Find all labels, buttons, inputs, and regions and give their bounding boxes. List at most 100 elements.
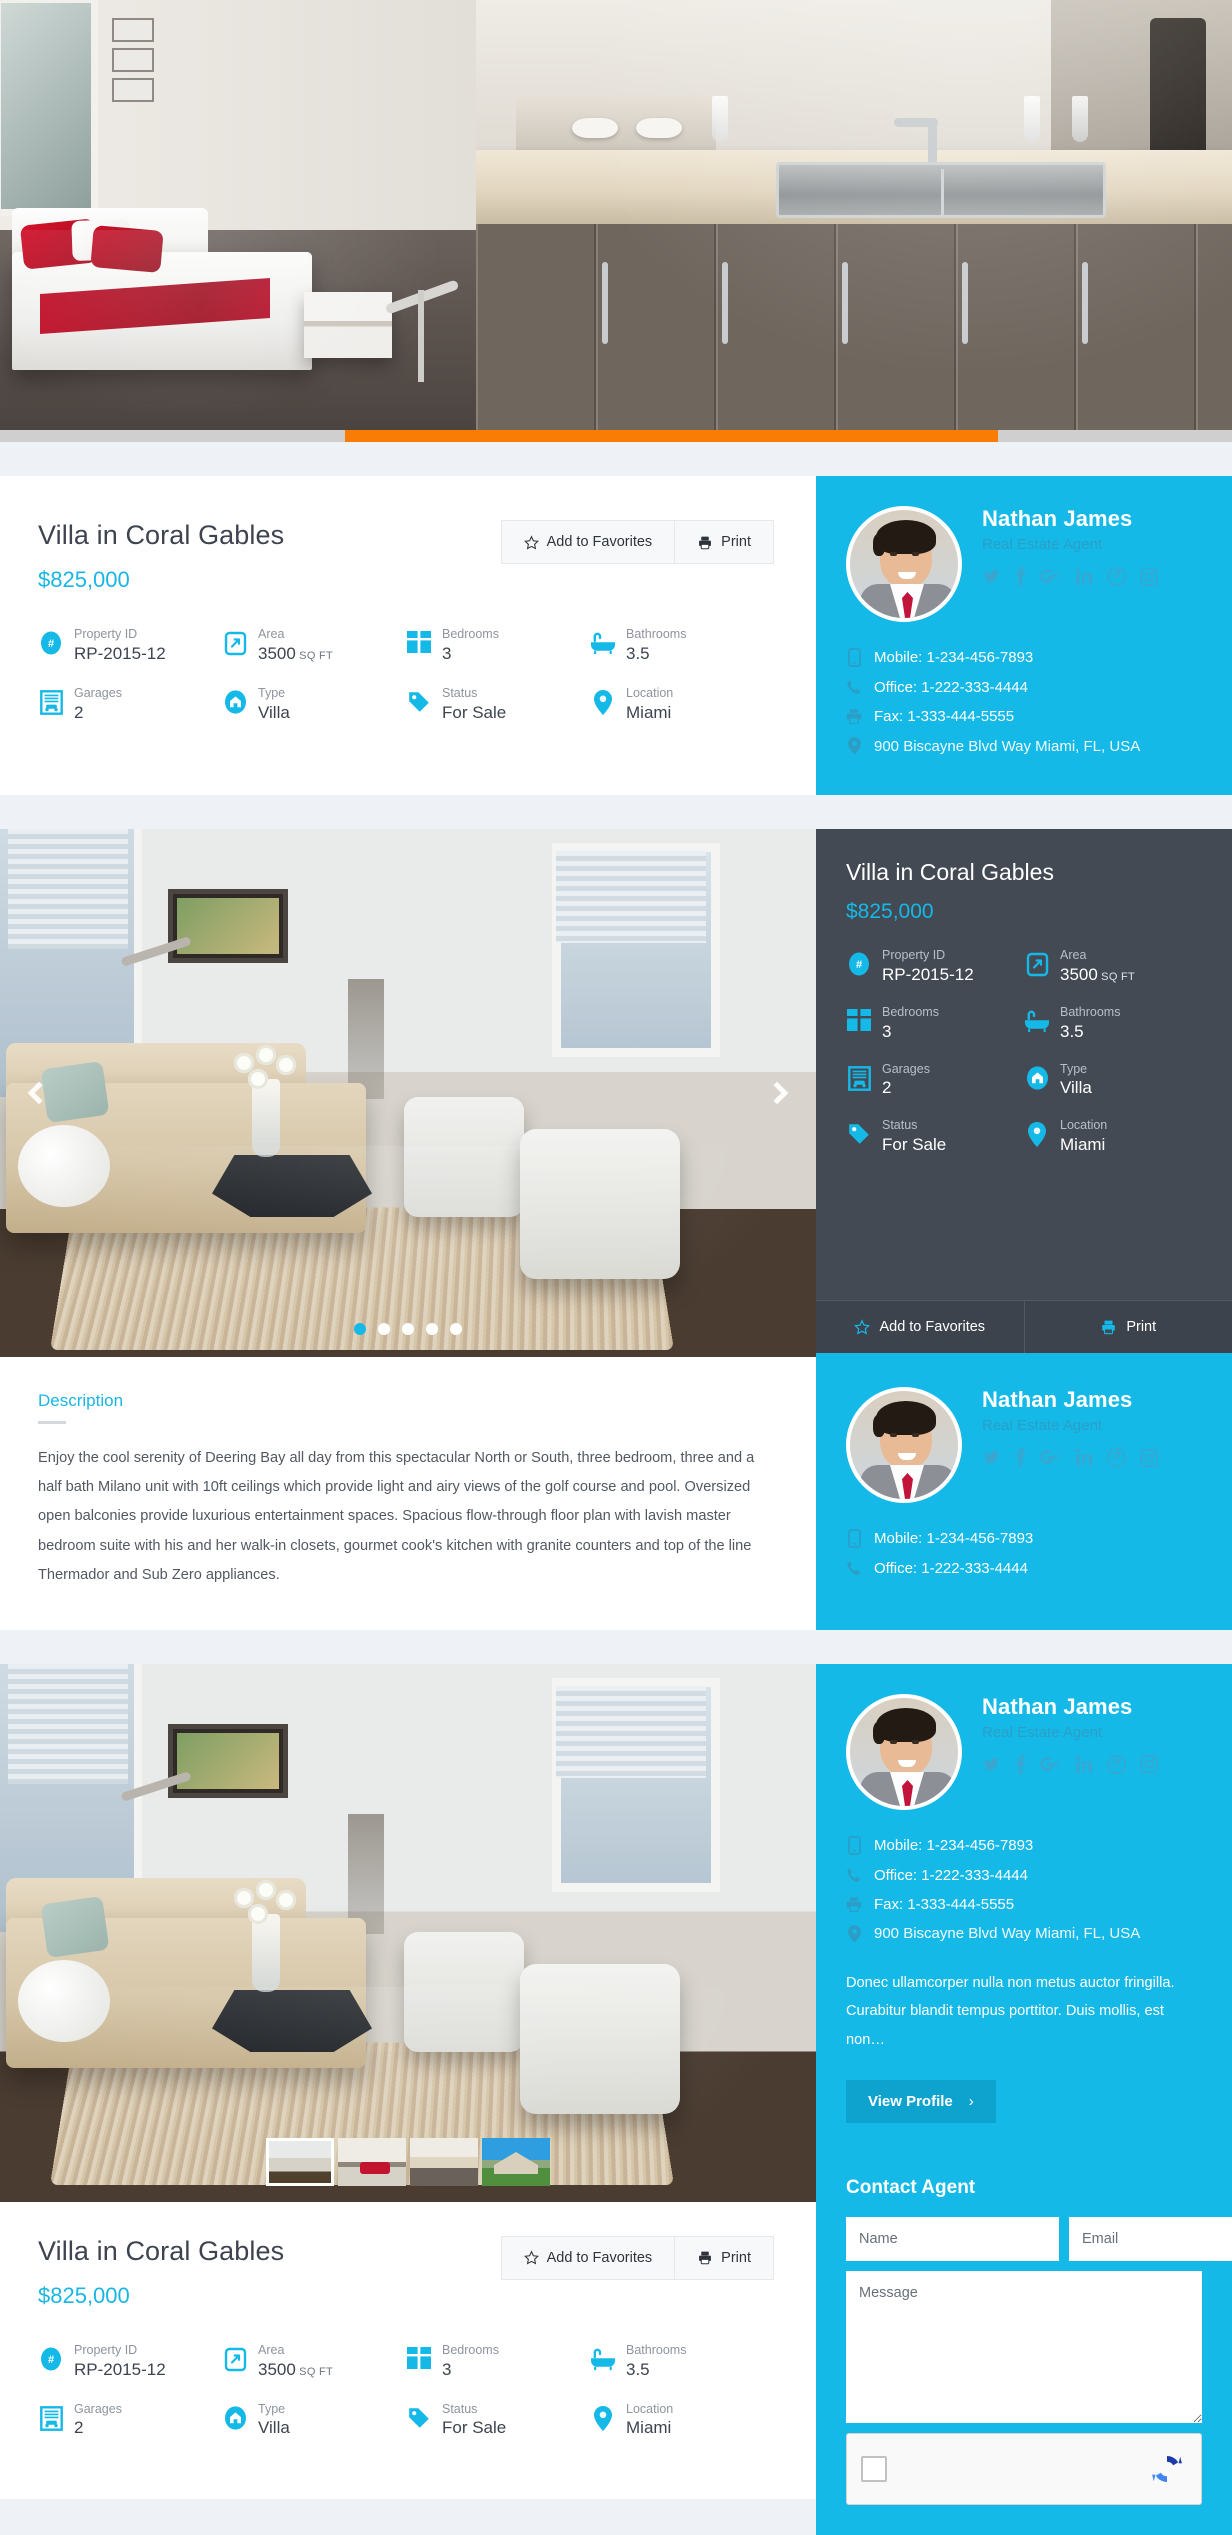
instagram-icon[interactable] [1140,1755,1158,1777]
image-carousel[interactable] [0,829,816,1357]
feature-value: 3 [882,1022,939,1042]
agent-name: Nathan James [982,506,1158,532]
carousel-property-section: Villa in Coral Gables $825,000 #Property… [0,829,1232,1357]
feature-value: Miami [1060,1135,1107,1155]
chevron-right-icon: › [969,2093,974,2110]
feature-unit: SQ FT [296,650,333,662]
print-label: Print [721,2250,751,2266]
googleplus-icon[interactable] [1040,1449,1062,1470]
hero-progress-bar [345,430,998,442]
feature-value: RP-2015-12 [74,644,166,664]
agent-card-full: Nathan James Real Estate Agent Mobile: 1… [816,1664,1232,2535]
contact-row: 900 Biscayne Blvd Way Miami, FL, USA [846,1925,1202,1943]
googleplus-icon[interactable] [1040,1756,1062,1777]
carousel-next-button[interactable] [760,1076,794,1110]
recaptcha-checkbox[interactable] [861,2456,887,2482]
instagram-icon[interactable] [1140,1449,1158,1471]
contact-text: Fax: 1-333-444-5555 [874,708,1014,725]
tag-icon [406,2402,432,2430]
feature-label: Location [626,2402,673,2417]
pinterest-icon[interactable] [1107,1755,1126,1778]
action-button-group: Add to Favorites Print [501,520,774,564]
print-button[interactable]: Print [674,2237,773,2279]
contact-row: Fax: 1-333-444-5555 [846,708,1202,725]
message-input[interactable] [846,2271,1202,2423]
feature-status: Status For Sale [406,686,590,723]
feature-garages: Garages2 [846,1062,1024,1099]
fax-icon [846,708,862,725]
feature-value: For Sale [442,703,506,723]
gallery-thumbnail-3[interactable] [410,2138,478,2186]
feature-label: Status [442,686,506,701]
property-price: $825,000 [38,2283,284,2309]
description-card: Description Enjoy the cool serenity of D… [0,1357,816,1630]
linkedin-icon[interactable] [1076,1756,1093,1777]
feature-bedrooms: Bedrooms3 [406,627,590,664]
feature-label: Type [258,2402,290,2417]
view-profile-button[interactable]: View Profile › [846,2080,996,2123]
contact-text: Office: 1-222-333-4444 [874,1560,1028,1577]
twitter-icon[interactable] [982,1756,1001,1777]
hero-progress-track[interactable] [0,430,1232,442]
facebook-icon[interactable] [1015,1448,1026,1471]
gallery-column: Villa in Coral Gables $825,000 Add to Fa… [0,1664,816,2535]
contact-row: Office: 1-222-333-4444 [846,679,1202,696]
bedrooms-icon [406,627,432,653]
image-gallery[interactable] [0,1664,816,2202]
tag-icon [406,686,432,714]
feature-label: Bathrooms [626,2343,686,2358]
print-button[interactable]: Print [674,521,773,563]
feature-status: StatusFor Sale [846,1118,1024,1155]
carousel-dot-1[interactable] [354,1323,366,1335]
contact-row: Mobile: 1-234-456-7893 [846,1836,1202,1855]
phone-icon [846,679,862,696]
gallery-thumbnail-4[interactable] [482,2138,550,2186]
googleplus-icon[interactable] [1040,568,1062,589]
contact-text: Mobile: 1-234-456-7893 [874,1837,1033,1854]
twitter-icon[interactable] [982,1449,1001,1470]
carousel-dot-3[interactable] [402,1323,414,1335]
carousel-dot-5[interactable] [450,1323,462,1335]
property-summary-section: Villa in Coral Gables $825,000 Add to Fa… [0,476,1232,795]
recaptcha-widget[interactable] [846,2433,1202,2505]
linkedin-icon[interactable] [1076,568,1093,589]
name-input[interactable] [846,2217,1059,2261]
hero-image-bedroom [0,0,476,442]
feature-value: Villa [258,2418,290,2438]
feature-unit: SQ FT [296,2366,333,2378]
property-detail-page: Villa in Coral Gables $825,000 Add to Fa… [0,0,1232,2535]
add-to-favorites-button[interactable]: Add to Favorites [816,1301,1024,1353]
feature-bathrooms: Bathrooms3.5 [590,2343,774,2380]
feature-property-id: #Property IDRP-2015-12 [38,627,222,664]
add-to-favorites-label: Add to Favorites [547,534,653,550]
gallery-thumbnail-2[interactable] [338,2138,406,2186]
facebook-icon[interactable] [1015,1755,1026,1778]
agent-bio: Donec ullamcorper nulla non metus auctor… [846,1969,1202,2054]
linkedin-icon[interactable] [1076,1449,1093,1470]
facebook-icon[interactable] [1015,567,1026,590]
contact-text: 900 Biscayne Blvd Way Miami, FL, USA [874,738,1140,755]
carousel-dot-2[interactable] [378,1323,390,1335]
carousel-dot-4[interactable] [426,1323,438,1335]
feature-location: LocationMiami [1024,1118,1202,1155]
email-input[interactable] [1069,2217,1232,2261]
pinterest-icon[interactable] [1107,1448,1126,1471]
feature-value: 3.5 [1060,1022,1120,1042]
instagram-icon[interactable] [1140,568,1158,590]
add-to-favorites-button[interactable]: Add to Favorites [502,2237,675,2279]
twitter-icon[interactable] [982,568,1001,589]
pinterest-icon[interactable] [1107,567,1126,590]
print-button[interactable]: Print [1024,1301,1232,1353]
area-icon [222,627,248,656]
feature-bedrooms: Bedrooms3 [406,2343,590,2380]
gallery-thumbnail-1[interactable] [266,2138,334,2186]
svg-text:#: # [856,959,862,971]
view-profile-label: View Profile [868,2093,953,2110]
bathtub-icon [590,627,616,655]
hash-icon: # [38,627,64,655]
agent-social-links [982,1448,1158,1471]
feature-label: Type [1060,1062,1092,1077]
add-to-favorites-button[interactable]: Add to Favorites [502,521,675,563]
carousel-prev-button[interactable] [22,1076,56,1110]
print-label: Print [721,534,751,550]
